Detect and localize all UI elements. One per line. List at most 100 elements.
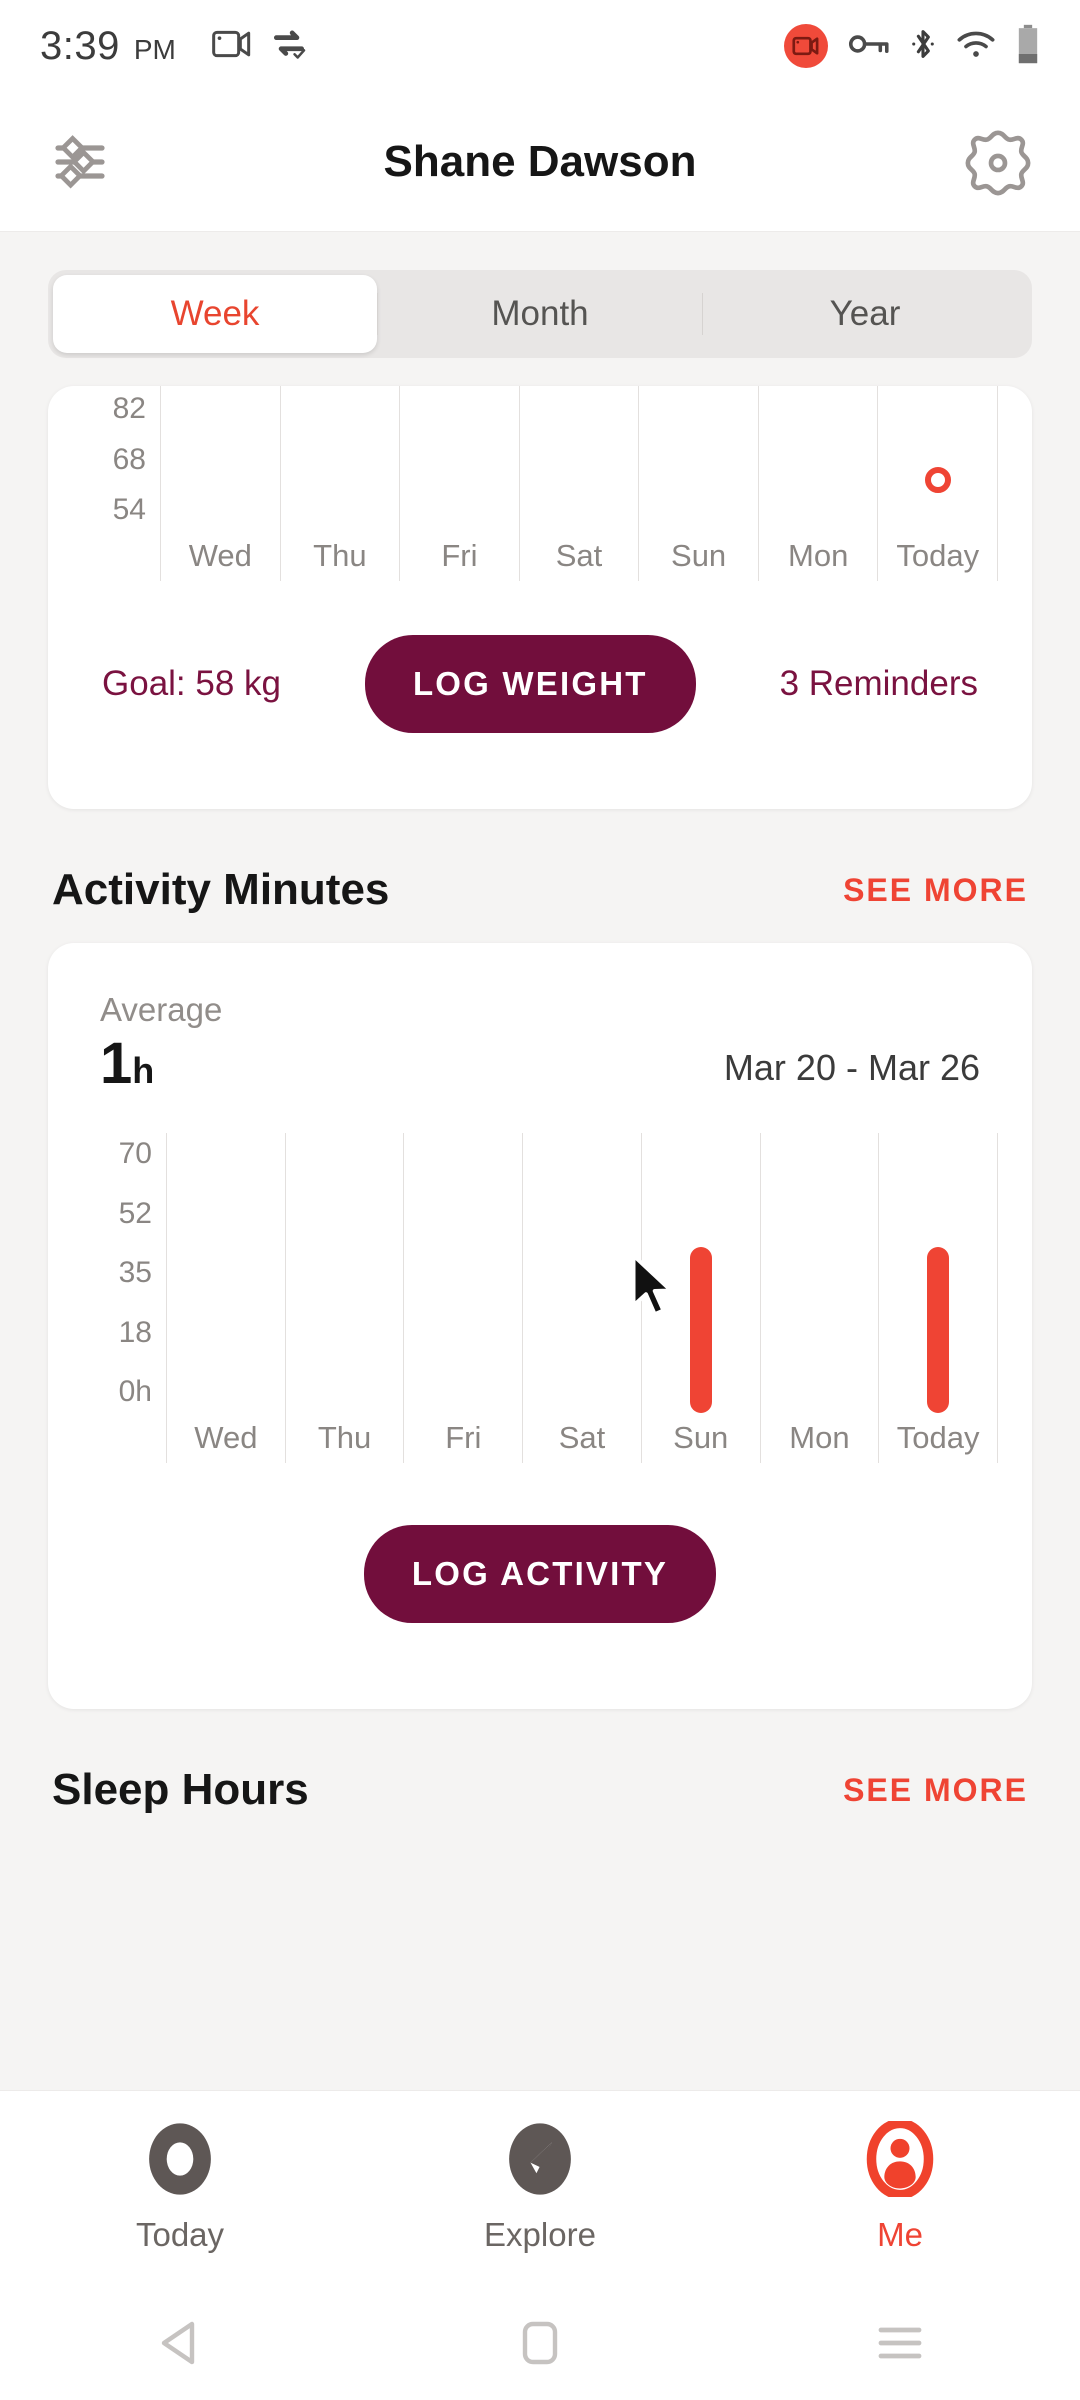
app-header: Shane Dawson [0,92,1080,232]
scroll-container[interactable]: Week Month Year 82 68 54 Wed Thu Fri Sat… [0,232,1080,2090]
sleep-see-more-link[interactable]: SEE MORE [843,1772,1028,1809]
y-tick: 35 [118,1256,152,1289]
bottom-navigation: Today Explore Me [0,2090,1080,2290]
nav-item-explore[interactable]: Explore [360,2121,720,2254]
y-tick: 18 [118,1315,152,1349]
nav-label-me: Me [877,2216,923,2253]
activity-average-unit: h [132,1050,155,1091]
battery-icon [1016,24,1040,69]
activity-average-row: 1h Mar 20 - Mar 26 [100,1035,980,1093]
x-tick: Wed [188,538,252,573]
x-tick: Sun [673,1420,729,1455]
weight-chart-y-axis: 82 68 54 [82,386,160,581]
tab-week[interactable]: Week [53,275,377,353]
sleep-section-header: Sleep Hours SEE MORE [52,1765,1028,1815]
status-bar: 3:39 PM [0,0,1080,92]
sleep-section-title: Sleep Hours [52,1765,309,1814]
weight-col-sun: Sun [638,386,758,581]
activity-col-sat[interactable]: Sat [522,1133,641,1463]
activity-chart-y-axis: 70 52 35 18 0h [82,1133,166,1463]
data-saver-icon [270,28,308,65]
activity-col-sun[interactable]: Sun [640,1133,760,1463]
wifi-icon [956,29,996,64]
android-navigation-bar [0,2290,1080,2400]
activity-summary: Average 1h Mar 20 - Mar 26 [48,943,1032,1093]
screen-cast-icon [212,29,252,64]
status-bar-right [784,24,1040,69]
y-tick: 52 [118,1196,152,1230]
x-tick: Thu [317,1420,372,1455]
activity-col-fri[interactable]: Fri [403,1133,522,1463]
activity-average-value-group: 1h [100,1035,154,1093]
activity-col-mon[interactable]: Mon [759,1133,879,1463]
y-tick: 70 [118,1137,152,1170]
x-tick: Today [896,538,980,573]
weight-col-thu: Thu [279,386,400,581]
home-square-icon [521,2320,559,2371]
activity-date-range: Mar 20 - Mar 26 [723,1047,980,1088]
recents-lines-icon [877,2324,923,2367]
weight-col-fri: Fri [399,386,519,581]
weight-chart[interactable]: 82 68 54 Wed Thu Fri Sat Sun Mon Today [48,386,1032,581]
page-title: Shane Dawson [383,136,697,186]
x-tick: Today [896,1420,980,1455]
y-tick: 82 [112,392,146,425]
compass-icon [504,2121,576,2202]
android-back-button[interactable] [0,2320,360,2371]
activity-bar-sun[interactable] [689,1247,712,1413]
activity-col-wed[interactable]: Wed [166,1133,285,1463]
android-home-button[interactable] [360,2320,720,2371]
phone-screen: 3:39 PM Shane Dawson Week Month Year 82 … [0,0,1080,2400]
weight-data-point-today[interactable] [924,467,951,493]
vpn-key-icon [848,31,890,62]
y-tick: 0h [118,1375,152,1408]
nav-label-explore: Explore [484,2216,596,2253]
activity-card: Average 1h Mar 20 - Mar 26 70 52 35 18 0… [48,943,1032,1709]
activity-col-thu[interactable]: Thu [284,1133,404,1463]
person-icon [864,2118,936,2202]
x-tick: Thu [313,538,367,573]
weight-col-today: Today [877,386,999,581]
range-tab-group[interactable]: Week Month Year [48,270,1032,358]
x-tick: Mon [788,538,849,573]
screen-record-icon [784,24,828,68]
status-ampm: PM [133,33,176,65]
weight-actions-row: Goal: 58 kg LOG WEIGHT 3 Reminders [48,581,1032,809]
tab-year[interactable]: Year [703,275,1027,353]
activity-average-value: 1 [100,1031,133,1096]
weight-col-sat: Sat [518,386,639,581]
status-bar-left: 3:39 PM [40,24,308,69]
back-triangle-icon [158,2320,202,2371]
log-weight-button[interactable]: LOG WEIGHT [364,635,696,733]
weight-goal-label[interactable]: Goal: 58 kg [102,664,281,704]
weight-col-wed: Wed [160,386,280,581]
weight-col-mon: Mon [757,386,878,581]
x-tick: Sat [558,1420,606,1455]
activity-see-more-link[interactable]: SEE MORE [843,872,1028,909]
x-tick: Sun [671,538,727,573]
activity-chart[interactable]: 70 52 35 18 0h Wed Thu Fri Sat Sun Mon T… [48,1133,1032,1463]
activity-actions-row: LOG ACTIVITY [48,1463,1032,1709]
activity-col-today[interactable]: Today [878,1133,999,1463]
gear-icon[interactable] [960,124,1036,200]
weight-reminders-label[interactable]: 3 Reminders [780,664,978,704]
nav-item-me[interactable]: Me [720,2118,1080,2254]
x-tick: Wed [194,1420,258,1455]
x-tick: Sat [555,538,603,573]
activity-section-header: Activity Minutes SEE MORE [52,865,1028,915]
log-activity-button[interactable]: LOG ACTIVITY [363,1525,717,1623]
nav-item-today[interactable]: Today [0,2121,360,2254]
nav-label-today: Today [135,2216,225,2253]
y-tick: 54 [112,493,146,526]
weight-card: 82 68 54 Wed Thu Fri Sat Sun Mon Today G… [48,386,1032,809]
activity-average-label: Average [100,991,223,1028]
ring-icon [144,2121,216,2202]
activity-plot-area: Wed Thu Fri Sat Sun Mon Today [166,1133,999,1463]
status-time: 3:39 [40,23,120,68]
tab-month[interactable]: Month [378,275,702,353]
android-recents-button[interactable] [720,2324,1080,2367]
activity-bar-today[interactable] [927,1247,950,1413]
activity-section-title: Activity Minutes [52,865,390,914]
bluetooth-icon [910,27,936,66]
sliders-icon[interactable] [44,124,120,200]
